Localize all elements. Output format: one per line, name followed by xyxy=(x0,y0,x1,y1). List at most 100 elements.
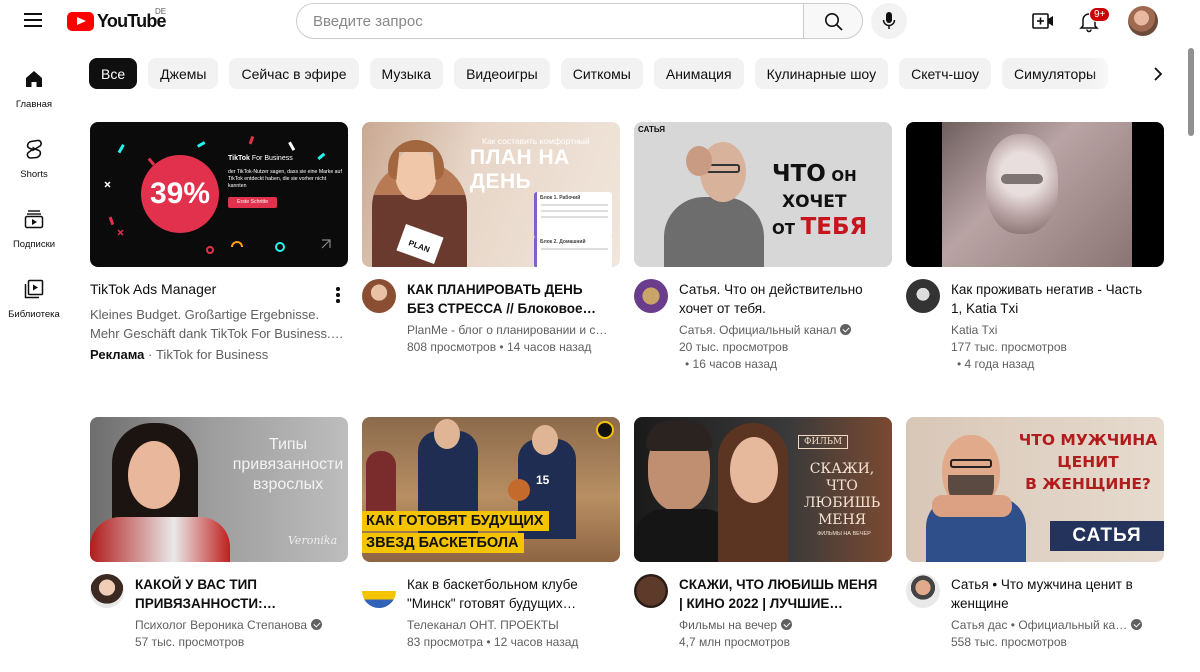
sidebar-item-library[interactable]: Библиотека xyxy=(0,266,68,336)
sidebar-item-label: Библиотека xyxy=(8,309,60,320)
age-line: • 4 года назад xyxy=(957,357,1035,371)
actress-face xyxy=(730,437,778,503)
upload-age: 14 часов назад xyxy=(506,340,592,354)
channel-line: Фильмы на вечер xyxy=(679,618,889,632)
channel-avatar[interactable] xyxy=(634,279,668,313)
ad-label: Реклама xyxy=(90,347,145,362)
chip-animation[interactable]: Анимация xyxy=(653,58,744,89)
channel-avatar[interactable] xyxy=(362,574,396,608)
sidebar-item-home[interactable]: Главная xyxy=(0,56,68,126)
jersey-number: 15 xyxy=(536,473,550,487)
player-head xyxy=(434,419,460,449)
sidebar-item-label: Главная xyxy=(15,99,53,110)
video-title[interactable]: КАКОЙ У ВАС ТИП ПРИВЯЗАННОСТИ:… xyxy=(135,575,340,613)
video-plus-icon xyxy=(1032,13,1053,29)
youtube-logo[interactable]: YouTube DE xyxy=(67,7,167,32)
sidebar-item-shorts[interactable]: Shorts xyxy=(0,126,68,196)
chip-videogames[interactable]: Видеоигры xyxy=(454,58,550,89)
channel-line: Сатья дас • Официальный ка… xyxy=(951,618,1161,632)
page-scrollbar[interactable] xyxy=(1188,48,1194,136)
channel-avatar[interactable] xyxy=(634,574,668,608)
chip-cooking-shows[interactable]: Кулинарные шоу xyxy=(754,58,889,89)
channel-avatar[interactable] xyxy=(362,279,396,313)
verified-icon xyxy=(311,619,323,630)
verified-icon xyxy=(781,619,793,630)
chip-sitcoms[interactable]: Ситкомы xyxy=(560,58,643,89)
video-title[interactable]: Сатья. Что он действительно хочет от теб… xyxy=(679,280,884,318)
channel-avatar[interactable] xyxy=(906,279,940,313)
video-thumbnail[interactable]: ФИЛЬМ СКАЖИ, ЧТО ЛЮБИШЬ МЕНЯ ФИЛЬМЫ НА В… xyxy=(634,417,892,562)
video-thumbnail[interactable]: ЧТО МУЖЧИНА ЦЕНИТ В ЖЕНЩИНЕ? САТЬЯ xyxy=(906,417,1164,562)
subscriptions-icon xyxy=(24,210,44,229)
headline-line: привязанности xyxy=(232,456,344,473)
video-thumbnail[interactable]: Типы привязанности взрослых Veronika xyxy=(90,417,348,562)
account-avatar[interactable] xyxy=(1128,6,1158,36)
channel-avatar[interactable] xyxy=(90,574,124,608)
video-title[interactable]: Как проживать негатив - Часть 1, Katia T… xyxy=(951,280,1156,318)
video-title[interactable]: TikTok Ads Manager xyxy=(90,280,295,299)
video-title[interactable]: КАК ПЛАНИРОВАТЬ ДЕНЬ БЕЗ СТРЕССА // Блок… xyxy=(407,280,612,318)
signature: Veronika xyxy=(288,534,338,547)
chevron-right-icon[interactable] xyxy=(1147,63,1169,85)
headline-line: В ЖЕНЩИНЕ? xyxy=(1025,475,1151,493)
channel-name[interactable]: Психолог Вероника Степанова xyxy=(135,618,307,632)
basketball xyxy=(508,479,530,501)
chip-music[interactable]: Музыка xyxy=(369,58,444,89)
view-count: 20 тыс. просмотров xyxy=(679,340,789,354)
channel-name[interactable]: Katia Txi xyxy=(951,323,1161,337)
headline-line: ЧТО МУЖЧИНА xyxy=(1018,431,1158,449)
video-thumbnail[interactable]: 15 КАК ГОТОВЯТ БУДУЩИХ ЗВЕЗД БАСКЕТБОЛА xyxy=(362,417,620,562)
notification-badge: 9+ xyxy=(1089,7,1111,22)
headline-line: ЦЕНИТ xyxy=(1057,453,1119,471)
chip-live[interactable]: Сейчас в эфире xyxy=(229,58,359,89)
video-thumbnail[interactable]: 39% TikTok For Business der TikTok-Nutze… xyxy=(90,122,348,267)
upload-age: 12 часов назад xyxy=(493,635,579,649)
channel-line: Психолог Вероника Степанова xyxy=(135,618,345,632)
planner-block: Блок 1. Рабочий xyxy=(534,192,612,238)
home-icon xyxy=(26,71,42,87)
person-body xyxy=(664,197,764,267)
channel-name[interactable]: Сатья дас • Официальный ка… xyxy=(951,618,1127,632)
voice-search-button[interactable] xyxy=(871,3,907,39)
headline-line: ЧТО xyxy=(772,161,826,187)
headline-line: ОН xyxy=(831,167,857,185)
thumb-headline: ЧТО ОН ХОЧЕТ ОТ ТЕБЯ xyxy=(772,162,867,242)
chip-all[interactable]: Все xyxy=(89,58,138,89)
video-stats: 83 просмотра • 12 часов назад xyxy=(407,635,579,649)
headline-line: СКАЖИ, ЧТО xyxy=(809,461,875,494)
tiktok-brand-sub: For Business xyxy=(251,155,293,162)
menu-icon[interactable] xyxy=(24,12,44,28)
video-title[interactable]: Как в баскетбольном клубе "Минск" готовя… xyxy=(407,575,612,613)
library-icon xyxy=(24,279,44,299)
create-video-button[interactable] xyxy=(1030,8,1056,34)
channel-name[interactable]: Телеканал ОНТ. ПРОЕКТЫ xyxy=(407,618,617,632)
channel-name[interactable]: PlanMe - блог о планировании и с… xyxy=(407,323,617,337)
search-button[interactable] xyxy=(803,3,863,39)
video-title[interactable]: СКАЖИ, ЧТО ЛЮБИШЬ МЕНЯ | КИНО 2022 | ЛУЧ… xyxy=(679,575,884,613)
channel-tag: САТЬЯ xyxy=(638,125,666,134)
channel-avatar[interactable] xyxy=(906,574,940,608)
video-title[interactable]: Сатья • Что мужчина ценит в женщине xyxy=(951,575,1156,613)
video-thumbnail[interactable]: САТЬЯ ЧТО ОН ХОЧЕТ ОТ ТЕБЯ xyxy=(634,122,892,267)
top-bar: YouTube DE Введите запрос 9+ xyxy=(0,0,1200,42)
video-card: ФИЛЬМ СКАЖИ, ЧТО ЛЮБИШЬ МЕНЯ ФИЛЬМЫ НА В… xyxy=(634,417,892,672)
channel-name[interactable]: Фильмы на вечер xyxy=(679,618,777,632)
headline-line: МЕНЯ xyxy=(817,512,867,528)
video-card: САТЬЯ ЧТО ОН ХОЧЕТ ОТ ТЕБЯ Сатья. Что он… xyxy=(634,122,892,377)
channel-name[interactable]: Сатья. Официальный канал xyxy=(679,323,836,337)
chip-sketch-shows[interactable]: Скетч-шоу xyxy=(899,58,992,89)
search-input[interactable]: Введите запрос xyxy=(296,3,804,39)
advertiser-name[interactable]: TikTok for Business xyxy=(156,347,268,362)
video-thumbnail[interactable] xyxy=(906,122,1164,267)
chip-jams[interactable]: Джемы xyxy=(148,58,219,89)
video-thumbnail[interactable]: PLAN Как составить комфортный ПЛАН НА ДЕ… xyxy=(362,122,620,267)
film-tag: ФИЛЬМ xyxy=(798,435,849,449)
percent-value: 39% xyxy=(149,177,211,210)
more-actions-icon[interactable] xyxy=(332,285,344,305)
headline-banner: ЗВЕЗД БАСКЕТБОЛА xyxy=(362,533,525,553)
view-count: 57 тыс. просмотров xyxy=(135,635,245,649)
headline-banner: КАК ГОТОВЯТ БУДУЩИХ xyxy=(362,511,550,531)
view-count: 83 просмотра xyxy=(407,635,484,649)
thumb-headline: ЧТО МУЖЧИНА ЦЕНИТ В ЖЕНЩИНЕ? xyxy=(1018,429,1158,495)
sidebar-item-subscriptions[interactable]: Подписки xyxy=(0,196,68,266)
